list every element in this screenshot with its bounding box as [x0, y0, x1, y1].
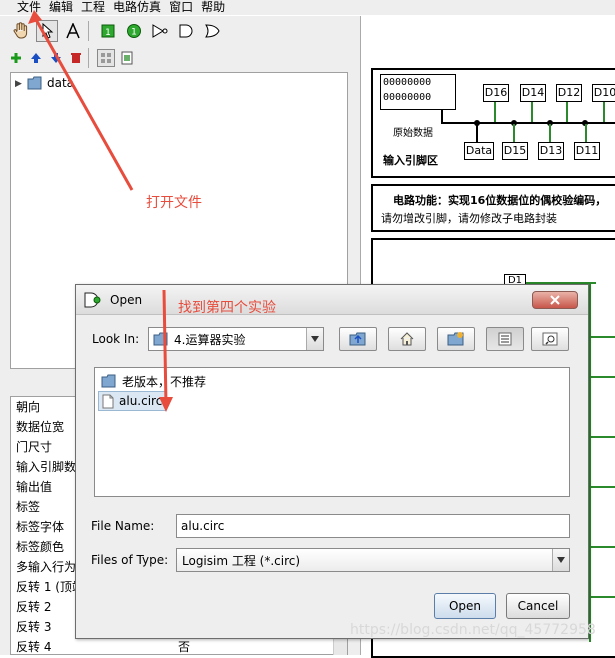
annotation-find-fourth: 找到第四个实验	[178, 300, 276, 316]
arrow-line	[162, 289, 168, 406]
watermark: https://blog.csdn.net/qq_45772958	[350, 622, 596, 638]
arrow-head	[159, 397, 173, 412]
annotation-open-file: 打开文件	[146, 195, 202, 211]
arrow-line	[32, 15, 134, 191]
annotation-arrows	[28, 10, 173, 412]
arrow-head	[28, 10, 42, 24]
